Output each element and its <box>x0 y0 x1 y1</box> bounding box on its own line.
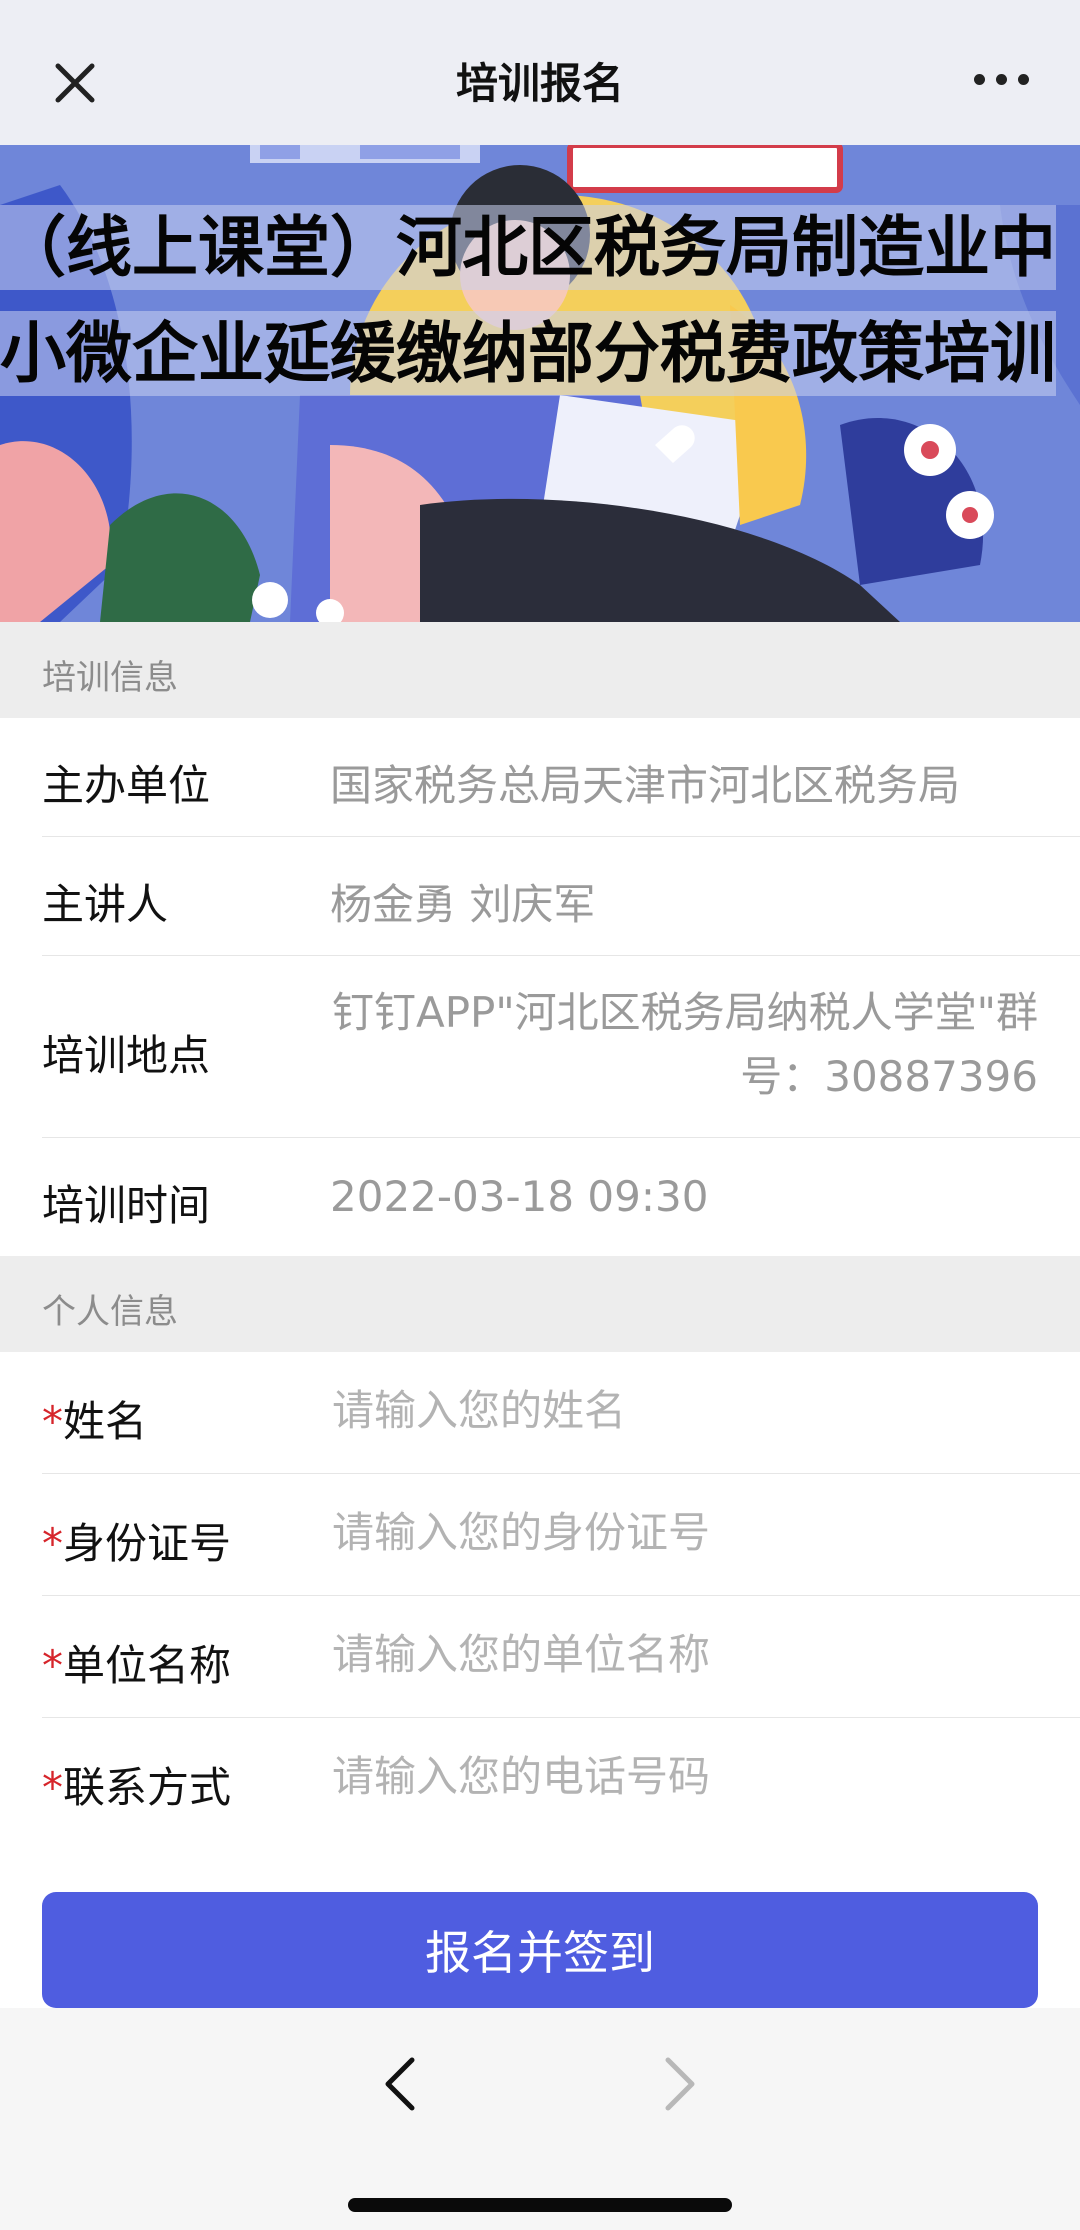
section-title: 培训信息 <box>42 658 178 698</box>
row-label: 培训时间 <box>42 1181 211 1230</box>
bottom-browser-bar <box>0 2008 1080 2230</box>
info-row-location: 培训地点 钉钉APP"河北区税务局纳税人学堂"群号：30887396 <box>42 956 1080 1138</box>
row-label: 主办单位 <box>42 761 211 810</box>
row-label: 培训地点 <box>42 1031 211 1080</box>
chevron-left-icon[interactable] <box>370 2048 430 2120</box>
row-value: 国家税务总局天津市河北区税务局 <box>330 761 961 810</box>
info-row-speaker: 主讲人 杨金勇 刘庆军 <box>42 837 1080 956</box>
section-title: 个人信息 <box>42 1292 178 1332</box>
row-value: 2022-03-18 09:30 <box>330 1172 709 1221</box>
name-input[interactable] <box>332 1386 1032 1435</box>
info-row-organizer: 主办单位 国家税务总局天津市河北区税务局 <box>42 718 1080 837</box>
form-row-id-number: *身份证号 <box>42 1474 1080 1596</box>
register-and-signin-button[interactable]: 报名并签到 <box>42 1892 1038 2008</box>
required-asterisk: * <box>42 1519 63 1568</box>
company-name-input[interactable] <box>332 1630 1032 1679</box>
home-indicator[interactable] <box>348 2198 732 2212</box>
top-nav-bar: 培训报名 <box>0 0 1080 145</box>
required-asterisk: * <box>42 1641 63 1690</box>
row-label: *姓名 <box>42 1388 147 1449</box>
chevron-right-icon[interactable] <box>650 2048 710 2120</box>
row-label: 主讲人 <box>42 880 169 929</box>
row-label: *身份证号 <box>42 1510 231 1571</box>
form-row-name: *姓名 <box>42 1352 1080 1474</box>
banner-title-text: （线上课堂）河北区税务局制造业中小微企业延缓缴纳部分税费政策培训 <box>0 205 1056 396</box>
phone-input[interactable] <box>332 1752 1032 1801</box>
row-label: *单位名称 <box>42 1632 231 1693</box>
page-title: 培训报名 <box>455 59 624 108</box>
row-value: 钉钉APP"河北区税务局纳税人学堂"群号：30887396 <box>331 988 1038 1101</box>
field-label: 单位名称 <box>63 1641 232 1690</box>
form-row-company: *单位名称 <box>42 1596 1080 1718</box>
section-header-personal-info: 个人信息 <box>0 1256 1080 1352</box>
course-banner: （线上课堂）河北区税务局制造业中小微企业延缓缴纳部分税费政策培训 <box>0 145 1080 622</box>
field-label: 姓名 <box>63 1397 148 1446</box>
field-label: 联系方式 <box>63 1763 232 1812</box>
form-row-contact: *联系方式 <box>42 1718 1080 1839</box>
field-label: 身份证号 <box>63 1519 232 1568</box>
more-dots-icon[interactable] <box>972 70 1032 90</box>
id-number-input[interactable] <box>332 1508 1032 1557</box>
banner-title: （线上课堂）河北区税务局制造业中小微企业延缓缴纳部分税费政策培训 <box>0 195 1080 407</box>
info-row-time: 培训时间 2022-03-18 09:30 <box>42 1138 1080 1256</box>
row-label: *联系方式 <box>42 1754 231 1815</box>
required-asterisk: * <box>42 1397 63 1446</box>
section-header-training-info: 培训信息 <box>0 622 1080 718</box>
row-value: 杨金勇 刘庆军 <box>330 880 596 929</box>
required-asterisk: * <box>42 1763 63 1812</box>
